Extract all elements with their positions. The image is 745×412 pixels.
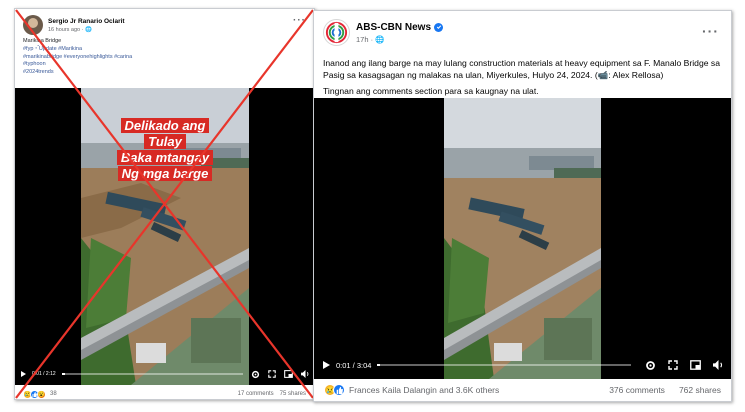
right-seek-bar[interactable] (377, 364, 631, 366)
left-reaction-count: 38 (50, 391, 57, 397)
right-video-frame (444, 98, 601, 379)
volume-icon[interactable] (301, 370, 310, 378)
overlay-line: Baka mtangay (116, 150, 214, 165)
left-post-caption: Marikina Bridge #fyp・゚Update #Marikina #… (23, 38, 132, 77)
globe-icon: 🌐 (85, 26, 92, 33)
right-post-footer: 😢 Frances Kaila Dalangin and 3.6K others… (314, 381, 731, 399)
abs-cbn-logo-icon[interactable] (323, 19, 350, 46)
flood-bridge-scene (444, 98, 601, 379)
right-shares-count[interactable]: 762 shares (679, 385, 721, 395)
wow-reaction-icon: 😮 (37, 389, 46, 399)
like-reaction-icon (333, 384, 345, 396)
left-seek-bar[interactable] (61, 373, 243, 375)
left-post-card: Sergio Jr Ranario Oclarit 16 hours ago ·… (14, 8, 315, 400)
fullscreen-icon[interactable] (268, 370, 276, 378)
left-hashtag-line[interactable]: #marikinabridge #everyonehighlights #car… (23, 54, 132, 62)
right-reactions[interactable]: 😢 Frances Kaila Dalangin and 3.6K others (324, 384, 499, 396)
right-comments-count[interactable]: 376 comments (609, 385, 665, 395)
left-video-time: 0:01 / 2:12 (32, 371, 56, 377)
right-seek-progress (377, 364, 380, 366)
left-video-frame: Delikado ang Tulay Baka mtangay Ng mga b… (81, 88, 249, 385)
left-post-header: Sergio Jr Ranario Oclarit 16 hours ago ·… (23, 15, 125, 35)
left-caption-title: Marikina Bridge (23, 38, 62, 44)
settings-icon[interactable] (645, 360, 656, 371)
picture-in-picture-icon[interactable] (284, 370, 293, 378)
right-video-controls: 0:01 / 3:04 (314, 351, 731, 379)
video-text-overlay: Delikado ang Tulay Baka mtangay Ng mga b… (81, 118, 249, 182)
right-video-player[interactable]: 0:01 / 3:04 (314, 98, 731, 379)
left-comments-count[interactable]: 17 comments (238, 391, 274, 397)
right-reactions-text: Frances Kaila Dalangin and 3.6K others (349, 385, 500, 395)
left-video-controls: 0:01 / 2:12 (15, 363, 314, 385)
overlay-line: Delikado ang (120, 118, 210, 133)
verified-badge-icon (434, 22, 444, 32)
left-post-footer: 😢 😮 38 17 comments 75 shares (15, 387, 314, 399)
right-page-name[interactable]: ABS-CBN News (356, 22, 431, 33)
left-hashtag-line[interactable]: #typhoon (23, 61, 132, 69)
left-author-avatar[interactable] (23, 15, 43, 35)
left-author-name[interactable]: Sergio Jr Ranario Oclarit (48, 18, 125, 25)
right-post-card: ABS-CBN News 17h · 🌐 ··· Inanod ang ilan… (313, 10, 732, 402)
right-page-name-row: ABS-CBN News (356, 22, 444, 33)
left-engagement-counts: 17 comments 75 shares (238, 391, 306, 397)
left-video-player[interactable]: Delikado ang Tulay Baka mtangay Ng mga b… (15, 88, 314, 385)
left-hashtag-line[interactable]: #fyp・゚Update #Marikina (23, 46, 132, 54)
right-post-caption: Inanod ang ilang barge na may lulang con… (323, 57, 723, 101)
more-options-icon[interactable]: ··· (293, 15, 306, 26)
right-post-time[interactable]: 17h · (356, 35, 375, 44)
volume-icon[interactable] (713, 360, 724, 370)
left-hashtag-line[interactable]: #2024trends (23, 69, 132, 77)
right-engagement-counts: 376 comments 762 shares (609, 385, 721, 395)
overlay-line: Tulay (144, 134, 186, 149)
play-icon[interactable] (21, 371, 26, 377)
left-seek-progress (61, 373, 66, 375)
globe-icon: 🌐 (375, 34, 385, 44)
play-icon[interactable] (323, 361, 330, 369)
right-post-header: ABS-CBN News 17h · 🌐 (323, 19, 444, 46)
right-video-time: 0:01 / 3:04 (336, 360, 372, 370)
more-options-icon[interactable]: ··· (702, 23, 719, 39)
right-caption-paragraph: Tingnan ang comments section para sa kau… (323, 86, 539, 96)
fullscreen-icon[interactable] (668, 360, 678, 370)
left-post-time[interactable]: 16 hours ago · (48, 27, 85, 33)
right-post-meta: 17h · 🌐 (356, 35, 443, 44)
picture-in-picture-icon[interactable] (690, 360, 701, 370)
right-caption-paragraph: Inanod ang ilang barge na may lulang con… (323, 58, 720, 80)
left-shares-count[interactable]: 75 shares (280, 391, 306, 397)
overlay-line: Ng mga barge (117, 166, 213, 181)
left-post-meta: 16 hours ago · 🌐 (48, 27, 125, 33)
left-reactions[interactable]: 😢 😮 38 (23, 389, 57, 399)
settings-icon[interactable] (251, 370, 260, 379)
